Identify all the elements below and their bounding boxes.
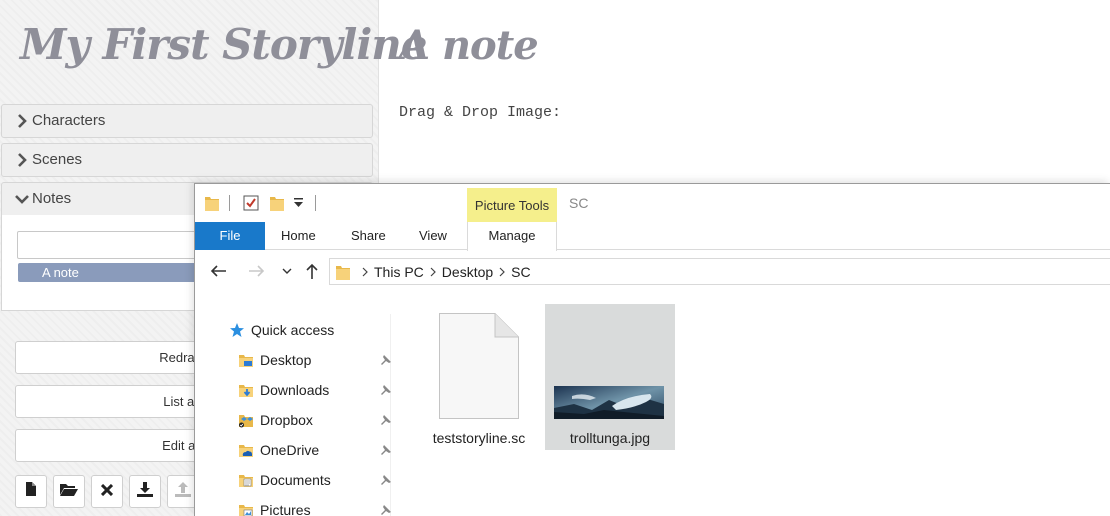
nav-item-label: OneDrive: [260, 442, 320, 458]
nav-item-pictures[interactable]: Pictures: [237, 499, 397, 516]
breadcrumb-this-pc[interactable]: This PC: [374, 264, 424, 280]
nav-item-label: Pictures: [260, 502, 311, 516]
navigation-pane: Quick access Desktop Downloads Dropbox O…: [195, 314, 391, 516]
recent-locations-chevron-icon[interactable]: [281, 261, 293, 281]
nav-item-dropbox[interactable]: Dropbox: [237, 409, 397, 431]
quick-access-toolbar: Picture Tools SC: [195, 184, 1110, 222]
window-title: SC: [569, 195, 589, 211]
address-bar[interactable]: This PC Desktop SC: [329, 258, 1110, 285]
delete-icon: [100, 483, 114, 501]
document-file-icon: [439, 313, 519, 424]
back-arrow-icon[interactable]: [209, 261, 227, 281]
nav-item-documents[interactable]: Documents: [237, 469, 397, 491]
tab-share[interactable]: Share: [351, 222, 386, 250]
section-label: Characters: [32, 112, 106, 129]
new-folder-icon[interactable]: [270, 195, 284, 211]
chevron-right-icon: [14, 105, 30, 137]
folder-icon: [336, 264, 350, 280]
folder-icon: [205, 195, 219, 211]
image-drop-zone[interactable]: Drag & Drop Image:: [399, 104, 561, 121]
section-scenes[interactable]: Scenes: [1, 143, 373, 177]
file-name: teststoryline.sc: [432, 430, 526, 446]
dropbox-icon: [237, 411, 255, 429]
pin-icon[interactable]: [380, 503, 392, 516]
nav-item-label: Desktop: [260, 352, 312, 368]
pin-icon[interactable]: [380, 443, 392, 459]
upload-icon: [175, 481, 191, 502]
chevron-right-icon: [499, 267, 506, 277]
star-icon: [228, 321, 246, 339]
pictures-folder-icon: [237, 501, 255, 516]
app-title: My First Storyline: [20, 20, 428, 69]
delete-button[interactable]: [91, 475, 123, 508]
nav-item-downloads[interactable]: Downloads: [237, 379, 397, 401]
breadcrumb-desktop[interactable]: Desktop: [442, 264, 493, 280]
section-label: Notes: [32, 190, 72, 207]
image-thumbnail-icon: [554, 386, 664, 424]
file-name: trolltunga.jpg: [569, 430, 651, 446]
pin-icon[interactable]: [380, 413, 392, 429]
tab-file[interactable]: File: [195, 222, 265, 250]
customize-dropdown-icon[interactable]: [294, 198, 303, 208]
chevron-down-icon: [14, 183, 30, 215]
picture-tools-label: Picture Tools: [467, 188, 557, 222]
pin-icon[interactable]: [380, 353, 392, 369]
section-characters[interactable]: Characters: [1, 104, 373, 138]
nav-item-label: Dropbox: [260, 412, 313, 428]
up-arrow-icon[interactable]: [304, 261, 320, 281]
section-label: Scenes: [32, 151, 83, 168]
file-explorer-window: Picture Tools SC File Home Share View Ma…: [194, 183, 1110, 516]
properties-checkbox-icon[interactable]: [243, 195, 259, 211]
pin-icon[interactable]: [380, 383, 392, 399]
ribbon-tabs: File Home Share View Manage: [195, 222, 1110, 251]
new-file-button[interactable]: [15, 475, 47, 508]
downloads-folder-icon: [237, 381, 255, 399]
download-icon: [137, 481, 153, 502]
chevron-right-icon: [14, 144, 30, 176]
open-folder-icon: [60, 482, 78, 501]
tab-home[interactable]: Home: [281, 222, 316, 250]
desktop-folder-icon: [237, 351, 255, 369]
note-title: A note: [399, 22, 539, 69]
breadcrumb-sc[interactable]: SC: [511, 264, 530, 280]
nav-item-label: Quick access: [251, 322, 335, 338]
file-tile-trolltunga[interactable]: trolltunga.jpg: [545, 304, 675, 450]
open-button[interactable]: [53, 475, 85, 508]
file-tile-teststoryline[interactable]: teststoryline.sc: [414, 304, 544, 450]
download-button[interactable]: [129, 475, 161, 508]
chevron-right-icon: [362, 267, 368, 277]
documents-folder-icon: [237, 471, 255, 489]
onedrive-folder-icon: [237, 441, 255, 459]
navigation-bar: This PC Desktop SC: [195, 251, 1110, 291]
chevron-right-icon: [430, 267, 436, 277]
nav-item-label: Downloads: [260, 382, 330, 398]
tab-view[interactable]: View: [419, 222, 447, 250]
tab-manage[interactable]: Manage: [467, 222, 557, 251]
new-file-icon: [25, 482, 37, 501]
nav-item-onedrive[interactable]: OneDrive: [237, 439, 397, 461]
nav-item-desktop[interactable]: Desktop: [237, 349, 397, 371]
nav-item-label: Documents: [260, 472, 331, 488]
forward-arrow-icon[interactable]: [248, 261, 266, 281]
nav-item-quick-access[interactable]: Quick access: [228, 319, 388, 341]
pin-icon[interactable]: [380, 473, 392, 489]
